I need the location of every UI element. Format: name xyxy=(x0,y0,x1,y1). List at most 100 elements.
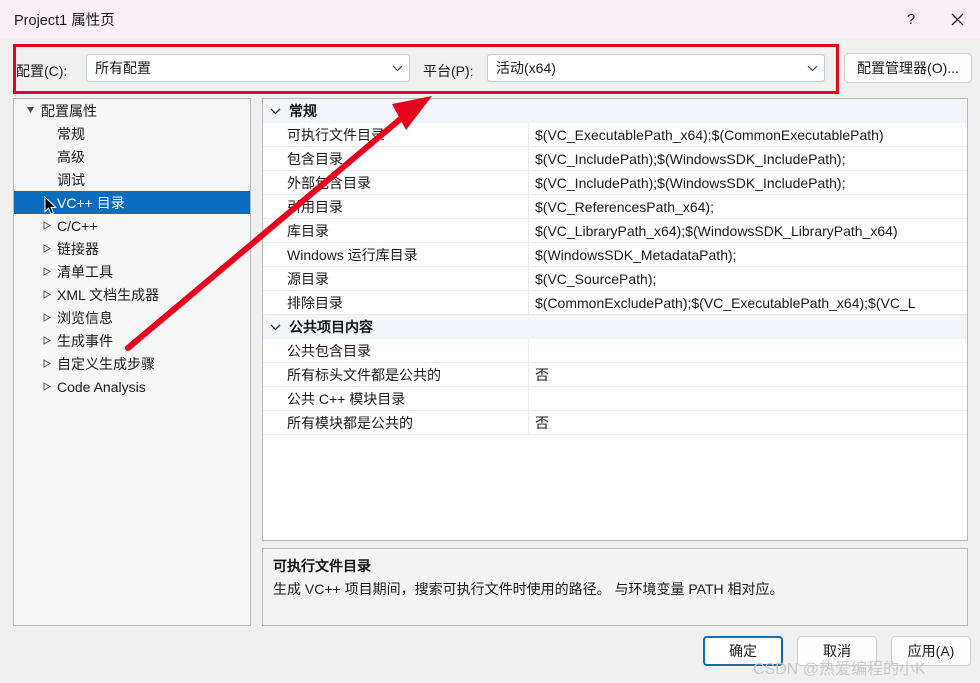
tree-item-10[interactable]: 生成事件 xyxy=(14,329,250,352)
chevron-collapsed-icon xyxy=(38,244,54,253)
chevron-collapsed-icon xyxy=(38,313,54,322)
grid-property-name: 排除目录 xyxy=(263,290,529,315)
grid-property-name: 公共 C++ 模块目录 xyxy=(263,386,529,411)
grid-property-row[interactable]: 排除目录 $(CommonExcludePath);$(VC_Executable… xyxy=(263,290,967,315)
chevron-collapsed-icon xyxy=(38,359,54,368)
ok-button[interactable]: 确定 xyxy=(703,636,783,666)
tree-item-label: VC++ 目录 xyxy=(57,194,125,211)
grid-property-row[interactable]: 公共 C++ 模块目录 xyxy=(263,386,967,411)
configuration-label: 配置(C): xyxy=(16,63,68,79)
description-title: 可执行文件目录 xyxy=(273,558,371,574)
configuration-select-value: 所有配置 xyxy=(95,60,151,76)
grid-property-row[interactable]: Windows 运行库目录 $(WindowsSDK_MetadataPath); xyxy=(263,242,967,267)
platform-label: 平台(P): xyxy=(423,63,474,79)
chevron-collapsed-icon xyxy=(38,221,54,230)
property-tree[interactable]: 配置属性常规高级调试 VC++ 目录 C/C++ 链接器清单工具 XML 文档生成器 浏览… xyxy=(13,98,251,626)
tree-item-9[interactable]: 浏览信息 xyxy=(14,306,250,329)
tree-item-5[interactable]: C/C++ xyxy=(14,214,250,237)
grid-property-row[interactable]: 所有标头文件都是公共的否 xyxy=(263,362,967,387)
help-icon[interactable]: ? xyxy=(888,0,934,38)
grid-property-row[interactable]: 引用目录 $(VC_ReferencesPath_x64); xyxy=(263,194,967,219)
tree-item-label: Code Analysis xyxy=(57,378,146,395)
chevron-collapsed-icon xyxy=(38,290,54,299)
tree-item-label: 链接器 xyxy=(57,240,99,257)
grid-property-value[interactable]: $(WindowsSDK_MetadataPath); xyxy=(529,243,967,267)
grid-property-value[interactable]: $(VC_IncludePath);$(WindowsSDK_IncludePa… xyxy=(529,171,967,195)
page-title: Project1 属性页 xyxy=(14,12,115,29)
tree-item-11[interactable]: 自定义生成步骤 xyxy=(14,352,250,375)
grid-property-value[interactable]: $(VC_LibraryPath_x64);$(WindowsSDK_Libra… xyxy=(529,219,967,243)
configuration-manager-button[interactable]: 配置管理器(O)... xyxy=(844,53,972,83)
chevron-expanded-icon xyxy=(22,106,38,115)
titlebar-buttons: ? xyxy=(888,0,980,38)
tree-item-4[interactable]: VC++ 目录 xyxy=(14,191,250,214)
grid-property-row[interactable]: 库目录 $(VC_LibraryPath_x64);$(WindowsSDK_Li… xyxy=(263,218,967,243)
grid-property-row[interactable]: 源目录 $(VC_SourcePath); xyxy=(263,266,967,291)
grid-property-row[interactable]: 外部包含目录 $(VC_IncludePath);$(WindowsSDK_Inc… xyxy=(263,170,967,195)
grid-category-row[interactable]: 常规 xyxy=(263,99,967,123)
grid-property-name: 引用目录 xyxy=(263,194,529,219)
tree-item-3[interactable]: 调试 xyxy=(14,168,250,191)
tree-item-label: 高级 xyxy=(57,148,85,165)
platform-select-value: 活动(x64) xyxy=(496,60,556,76)
tree-item-0[interactable]: 配置属性 xyxy=(14,99,250,122)
chevron-down-icon xyxy=(800,65,824,72)
tree-item-label: 配置属性 xyxy=(41,102,97,119)
grid-property-value[interactable]: $(VC_ReferencesPath_x64); xyxy=(529,195,967,219)
description-body: 生成 VC++ 项目期间，搜索可执行文件时使用的路径。 与环境变量 PATH 相… xyxy=(273,581,784,597)
grid-property-name: 所有标头文件都是公共的 xyxy=(263,362,529,387)
tree-item-label: 生成事件 xyxy=(57,332,113,349)
tree-item-label: 自定义生成步骤 xyxy=(57,355,155,372)
grid-property-row[interactable]: 可执行文件目录 $(VC_ExecutablePath_x64);$(Common… xyxy=(263,122,967,147)
grid-property-name: 源目录 xyxy=(263,266,529,291)
grid-property-value[interactable]: 否 xyxy=(529,411,967,435)
grid-property-name: 库目录 xyxy=(263,218,529,243)
grid-property-value[interactable] xyxy=(529,387,967,411)
grid-property-name: Windows 运行库目录 xyxy=(263,242,529,267)
grid-property-row[interactable]: 所有模块都是公共的否 xyxy=(263,410,967,435)
grid-category-row[interactable]: 公共项目内容 xyxy=(263,315,967,339)
grid-property-row[interactable]: 公共包含目录 xyxy=(263,338,967,363)
grid-property-value[interactable]: 否 xyxy=(529,363,967,387)
tree-item-2[interactable]: 高级 xyxy=(14,145,250,168)
chevron-collapsed-icon xyxy=(38,382,54,391)
grid-property-name: 外部包含目录 xyxy=(263,170,529,195)
configuration-select[interactable]: 所有配置 xyxy=(86,54,410,82)
tree-item-label: 清单工具 xyxy=(57,263,113,280)
chevron-collapsed-icon xyxy=(38,267,54,276)
tree-item-8[interactable]: XML 文档生成器 xyxy=(14,283,250,306)
chevron-collapsed-icon xyxy=(38,336,54,345)
description-panel: 可执行文件目录 生成 VC++ 项目期间，搜索可执行文件时使用的路径。 与环境变… xyxy=(262,548,968,626)
tree-item-label: 调试 xyxy=(57,171,85,188)
grid-category-label: 常规 xyxy=(289,103,317,119)
platform-select[interactable]: 活动(x64) xyxy=(487,54,825,82)
grid-category-label: 公共项目内容 xyxy=(289,319,373,335)
grid-property-value[interactable]: $(VC_IncludePath);$(WindowsSDK_IncludePa… xyxy=(529,147,967,171)
properties-dialog: Project1 属性页 ? 配置(C): 所有配置 平台(P): 活动(x64… xyxy=(0,0,980,683)
tree-item-12[interactable]: Code Analysis xyxy=(14,375,250,398)
grid-property-value[interactable] xyxy=(529,339,967,363)
tree-item-6[interactable]: 链接器 xyxy=(14,237,250,260)
tree-item-label: 常规 xyxy=(57,125,85,142)
cancel-button[interactable]: 取消 xyxy=(797,636,877,666)
property-grid[interactable]: 常规可执行文件目录 $(VC_ExecutablePath_x64);$(Comm… xyxy=(262,98,968,541)
grid-property-name: 公共包含目录 xyxy=(263,338,529,363)
grid-property-value[interactable]: $(VC_SourcePath); xyxy=(529,267,967,291)
apply-button[interactable]: 应用(A) xyxy=(891,636,971,666)
tree-item-label: C/C++ xyxy=(57,217,98,234)
grid-property-value[interactable]: $(CommonExcludePath);$(VC_ExecutablePath… xyxy=(529,291,967,315)
chevron-down-icon xyxy=(263,108,287,115)
grid-property-name: 包含目录 xyxy=(263,146,529,171)
tree-item-label: XML 文档生成器 xyxy=(57,286,160,303)
tree-item-7[interactable]: 清单工具 xyxy=(14,260,250,283)
title-bar: Project1 属性页 ? xyxy=(0,0,980,38)
close-icon[interactable] xyxy=(934,0,980,38)
grid-property-row[interactable]: 包含目录 $(VC_IncludePath);$(WindowsSDK_Inclu… xyxy=(263,146,967,171)
dialog-footer: 确定 取消 应用(A) xyxy=(0,632,980,683)
grid-property-value[interactable]: $(VC_ExecutablePath_x64);$(CommonExecuta… xyxy=(529,123,967,147)
chevron-down-icon xyxy=(385,65,409,72)
grid-property-name: 可执行文件目录 xyxy=(263,122,529,147)
tree-item-1[interactable]: 常规 xyxy=(14,122,250,145)
chevron-down-icon xyxy=(263,324,287,331)
tree-item-label: 浏览信息 xyxy=(57,309,113,326)
